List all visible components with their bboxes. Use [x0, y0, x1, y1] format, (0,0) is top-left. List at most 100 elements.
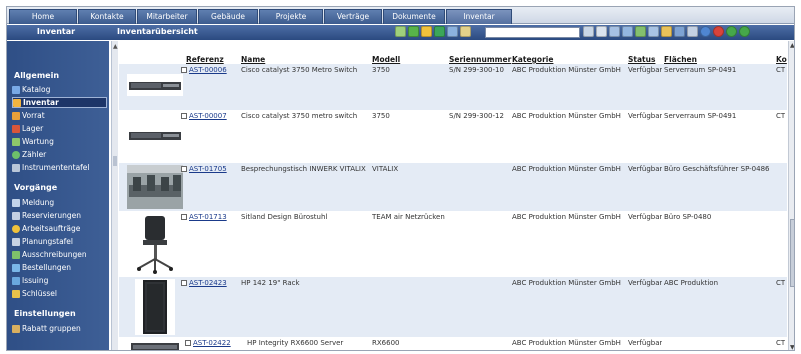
- sidebar-item-rabatt-gruppen[interactable]: Rabatt gruppen: [12, 323, 107, 334]
- tab-inventar[interactable]: Inventar: [446, 9, 512, 24]
- reference-link[interactable]: AST-00007: [189, 112, 227, 120]
- sidebar-item-katalog[interactable]: Katalog: [12, 84, 107, 95]
- refresh-icon[interactable]: [434, 26, 445, 37]
- sidebar-item-inventar[interactable]: Inventar: [12, 97, 107, 108]
- sidebar-item-meldung[interactable]: Meldung: [12, 197, 107, 208]
- column-header-referenz[interactable]: Referenz: [186, 55, 224, 64]
- sidebar-item-wartung[interactable]: Wartung: [12, 136, 107, 147]
- row-checkbox[interactable]: [185, 340, 191, 346]
- export-icon[interactable]: [635, 26, 646, 37]
- tab-home[interactable]: Home: [9, 9, 77, 24]
- reference-link[interactable]: AST-02423: [189, 279, 227, 287]
- sidebar-item-instrumententafel[interactable]: Instrumententafel: [12, 162, 107, 173]
- tab-gebaeude[interactable]: Gebäude: [198, 9, 258, 24]
- sidebar-item-label: Lager: [22, 124, 44, 133]
- table-row[interactable]: AST-01713 Sitland Design Bürostuhl TEAM …: [119, 211, 787, 277]
- scrollbar-thumb[interactable]: [790, 219, 794, 287]
- chart-icon[interactable]: [609, 26, 620, 37]
- reference-link[interactable]: AST-00006: [189, 66, 227, 74]
- status-cell: Verfügbar: [628, 165, 663, 173]
- category-cell: ABC Produktion Münster GmbH: [512, 279, 621, 287]
- row-checkbox[interactable]: [181, 67, 187, 73]
- row-checkbox[interactable]: [181, 113, 187, 119]
- sidebar-item-lager[interactable]: Lager: [12, 123, 107, 134]
- sub-header: Inventar Inventarübersicht: [7, 25, 794, 40]
- print-icon[interactable]: [596, 26, 607, 37]
- window-icon[interactable]: [687, 26, 698, 37]
- table-row[interactable]: AST-01705 Besprechungstisch INWERK VITAL…: [119, 163, 787, 211]
- edit-icon[interactable]: [421, 26, 432, 37]
- reference-cell[interactable]: AST-02422: [185, 339, 231, 347]
- scroll-up-icon[interactable]: ▲: [113, 43, 118, 50]
- chart2-icon[interactable]: [622, 26, 633, 37]
- key-icon[interactable]: [661, 26, 672, 37]
- sidebar-item-planungstafel[interactable]: Planungstafel: [12, 236, 107, 247]
- table-row[interactable]: AST-00006 Cisco catalyst 3750 Metro Swit…: [119, 64, 787, 110]
- reference-link[interactable]: AST-01705: [189, 165, 227, 173]
- sidebar-item-vorrat[interactable]: Vorrat: [12, 110, 107, 121]
- server-thumbnail: [127, 341, 183, 350]
- sidebar-scrollbar[interactable]: ▲: [111, 41, 118, 350]
- table-row[interactable]: AST-02423 HP 142 19" Rack ABC Produktion…: [119, 277, 787, 337]
- row-checkbox[interactable]: [181, 166, 187, 172]
- reference-cell[interactable]: AST-00007: [181, 112, 227, 120]
- user-icon[interactable]: [447, 26, 458, 37]
- reference-cell[interactable]: AST-01713: [181, 213, 227, 221]
- tab-projekte[interactable]: Projekte: [259, 9, 323, 24]
- ko-cell: CT: [776, 339, 786, 347]
- sidebar-item-arbeitsauftraege[interactable]: Arbeitsaufträge: [12, 223, 107, 234]
- scroll-down-icon[interactable]: ▼: [790, 344, 794, 350]
- sidebar-item-schluessel[interactable]: Schlüssel: [12, 288, 107, 299]
- tab-mitarbeiter[interactable]: Mitarbeiter: [137, 9, 197, 24]
- tab-dokumente[interactable]: Dokumente: [383, 9, 445, 24]
- tab-vertraege[interactable]: Verträge: [324, 9, 382, 24]
- alert-icon[interactable]: [713, 26, 724, 37]
- help-icon[interactable]: [700, 26, 711, 37]
- counter-icon: [12, 150, 20, 159]
- tender-icon: [12, 250, 20, 259]
- switch-thumbnail: [127, 74, 183, 96]
- next-icon[interactable]: [739, 26, 750, 37]
- column-header-modell[interactable]: Modell: [372, 55, 400, 64]
- column-header-kategorie[interactable]: Kategorie: [512, 55, 553, 64]
- wrench-icon[interactable]: [583, 26, 594, 37]
- monitor-icon[interactable]: [674, 26, 685, 37]
- reference-cell[interactable]: AST-01705: [181, 165, 227, 173]
- prev-icon[interactable]: [726, 26, 737, 37]
- table-row[interactable]: AST-02422 HP Integrity RX6600 Server RX6…: [119, 337, 787, 350]
- column-header-status[interactable]: Status: [628, 55, 655, 64]
- table-scrollbar[interactable]: ▲ ▼: [788, 41, 794, 350]
- column-header-name[interactable]: Name: [241, 55, 265, 64]
- grid-icon[interactable]: [395, 26, 406, 37]
- row-checkbox[interactable]: [181, 214, 187, 220]
- tab-label: Home: [31, 12, 55, 21]
- sidebar-item-ausschreibungen[interactable]: Ausschreibungen: [12, 249, 107, 260]
- sidebar-item-reservierungen[interactable]: Reservierungen: [12, 210, 107, 221]
- sidebar-resize-handle[interactable]: [113, 156, 117, 166]
- switch-thumbnail: [127, 124, 183, 146]
- tab-kontakte[interactable]: Kontakte: [78, 9, 136, 24]
- add-icon[interactable]: [408, 26, 419, 37]
- sidebar-item-zaehler[interactable]: Zähler: [12, 149, 107, 160]
- reference-link[interactable]: AST-01713: [189, 213, 227, 221]
- reference-cell[interactable]: AST-02423: [181, 279, 227, 287]
- status-cell: Verfügbar: [628, 339, 663, 347]
- scroll-up-icon[interactable]: ▲: [790, 42, 794, 49]
- toolbar-left: [395, 26, 471, 39]
- column-header-seriennummer[interactable]: Seriennummer: [449, 55, 511, 64]
- search-input[interactable]: [485, 27, 580, 38]
- ko-cell: CT: [776, 112, 786, 120]
- sidebar-item-issuing[interactable]: Issuing: [12, 275, 107, 286]
- column-header-ko[interactable]: Ko: [776, 55, 787, 64]
- reference-cell[interactable]: AST-00006: [181, 66, 227, 74]
- tab-label: Inventar: [463, 12, 495, 21]
- status-cell: Verfügbar: [628, 66, 663, 74]
- row-checkbox[interactable]: [181, 280, 187, 286]
- chart3-icon[interactable]: [648, 26, 659, 37]
- column-header-flaechen[interactable]: Flächen: [664, 55, 697, 64]
- table-row[interactable]: AST-00007 Cisco catalyst 3750 metro swit…: [119, 110, 787, 163]
- reference-link[interactable]: AST-02422: [193, 339, 231, 347]
- list-icon[interactable]: [460, 26, 471, 37]
- inventory-table: Referenz Name Modell Seriennummer Katego…: [119, 41, 787, 350]
- sidebar-item-bestellungen[interactable]: Bestellungen: [12, 262, 107, 273]
